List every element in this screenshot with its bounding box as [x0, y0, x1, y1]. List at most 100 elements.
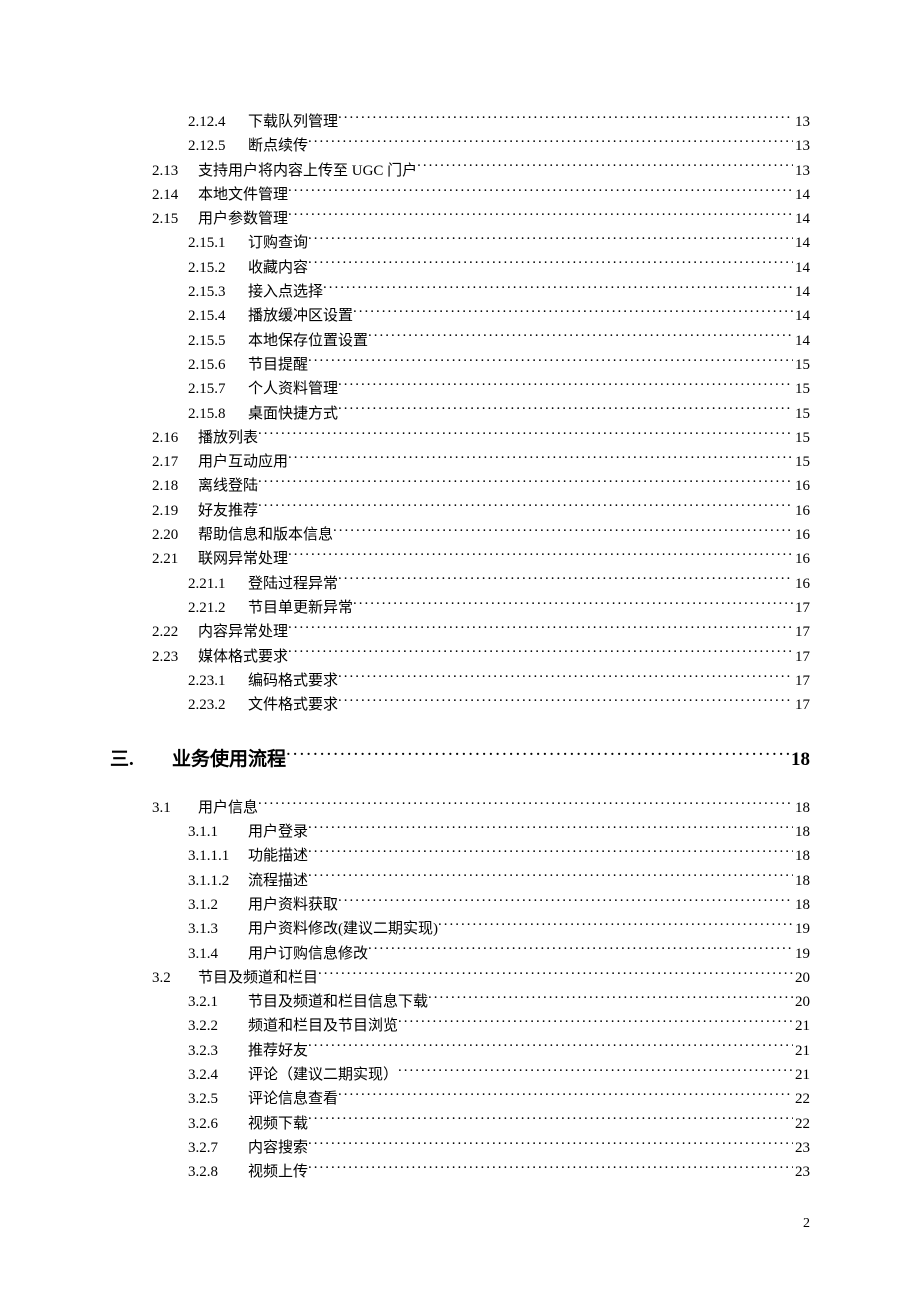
- toc-leader-dots: [308, 845, 793, 860]
- toc-entry[interactable]: 3.1.1.2流程描述18: [110, 869, 810, 893]
- toc-leader-dots: [428, 991, 793, 1006]
- toc-entry-title: 支持用户将内容上传至 UGC 门户: [198, 159, 417, 183]
- toc-entry[interactable]: 3.1.2用户资料获取18: [110, 893, 810, 917]
- toc-entry-number: 2.15.6: [188, 353, 238, 377]
- toc-leader-dots: [353, 305, 793, 320]
- toc-entry[interactable]: 3.2.2频道和栏目及节目浏览21: [110, 1014, 810, 1038]
- toc-entry-page: 17: [793, 693, 810, 717]
- toc-entry[interactable]: 2.15.2收藏内容14: [110, 256, 810, 280]
- toc-entry[interactable]: 3.2.8视频上传23: [110, 1160, 810, 1184]
- toc-leader-dots: [368, 943, 793, 958]
- page-container: 2.12.4下载队列管理132.12.5断点续传132.13支持用户将内容上传至…: [0, 0, 920, 1302]
- toc-entry[interactable]: 3.2.5评论信息查看22: [110, 1087, 810, 1111]
- toc-entry-number: 2.15.2: [188, 256, 238, 280]
- toc-entry-page: 14: [793, 329, 810, 353]
- toc-entry[interactable]: 2.19好友推荐16: [110, 499, 810, 523]
- toc-entry[interactable]: 3.2.7内容搜索23: [110, 1136, 810, 1160]
- toc-entry[interactable]: 2.17用户互动应用15: [110, 450, 810, 474]
- toc-entry-title: 用户订购信息修改: [248, 942, 368, 966]
- toc-entry-number: 2.14: [152, 183, 188, 207]
- toc-entry-page: 15: [793, 377, 810, 401]
- toc-entry-number: 2.16: [152, 426, 188, 450]
- toc-entry-title: 用户参数管理: [198, 207, 288, 231]
- toc-entry[interactable]: 2.12.5断点续传13: [110, 134, 810, 158]
- toc-entry-page: 14: [793, 231, 810, 255]
- toc-entry-page: 15: [793, 353, 810, 377]
- toc-leader-dots: [338, 670, 793, 685]
- toc-leader-dots: [438, 918, 793, 933]
- toc-entry[interactable]: 3.1.4用户订购信息修改19: [110, 942, 810, 966]
- toc-entry-number: 3.1.1.1: [188, 844, 238, 868]
- toc-entry[interactable]: 2.13支持用户将内容上传至 UGC 门户13: [110, 159, 810, 183]
- toc-entry[interactable]: 2.18 离线登陆 16: [110, 474, 810, 498]
- toc-entry-page: 19: [793, 917, 810, 941]
- toc-entry-page: 18: [793, 869, 810, 893]
- toc-entry[interactable]: 2.15.8桌面快捷方式15: [110, 402, 810, 426]
- toc-entry[interactable]: 2.15.4播放缓冲区设置14: [110, 304, 810, 328]
- toc-entry-page: 16: [793, 523, 810, 547]
- toc-entry-title: 联网异常处理: [198, 547, 288, 571]
- toc-entry-page: 13: [793, 110, 810, 134]
- toc-entry[interactable]: 2.15.6节目提醒15: [110, 353, 810, 377]
- toc-entry[interactable]: 2.23.2文件格式要求17: [110, 693, 810, 717]
- toc-entry[interactable]: 2.21.2节目单更新异常17: [110, 596, 810, 620]
- toc-entry-number: 2.15.5: [188, 329, 238, 353]
- toc-entry-title: 订购查询: [248, 231, 308, 255]
- toc-entry[interactable]: 2.16播放列表15: [110, 426, 810, 450]
- toc-entry-number: 2.15.8: [188, 402, 238, 426]
- toc-entry[interactable]: 2.12.4下载队列管理13: [110, 110, 810, 134]
- toc-entry[interactable]: 2.15.7个人资料管理15: [110, 377, 810, 401]
- toc-leader-dots: [318, 967, 793, 982]
- toc-entry[interactable]: 3.1.3用户资料修改(建议二期实现)19: [110, 917, 810, 941]
- toc-leader-dots: [368, 330, 793, 345]
- toc-entry[interactable]: 2.21.1登陆过程异常16: [110, 572, 810, 596]
- toc-entry-title: 流程描述: [248, 869, 308, 893]
- toc-entry[interactable]: 2.23媒体格式要求17: [110, 645, 810, 669]
- toc-entry[interactable]: 3.2.6视频下载22: [110, 1112, 810, 1136]
- toc-entry-number: 2.23.1: [188, 669, 238, 693]
- toc-entry-number: 3.2.4: [188, 1063, 238, 1087]
- toc-entry-number: 2.18: [152, 474, 188, 498]
- toc-entry-page: 16: [793, 474, 810, 498]
- toc-entry[interactable]: 2.15.1订购查询14: [110, 231, 810, 255]
- toc-entry-page: 23: [793, 1136, 810, 1160]
- toc-entry[interactable]: 3.2.3推荐好友21: [110, 1039, 810, 1063]
- toc-entry[interactable]: 2.23.1编码格式要求17: [110, 669, 810, 693]
- toc-entry-number: 2.21: [152, 547, 188, 571]
- toc-entry[interactable]: 3.2节目及频道和栏目20: [110, 966, 810, 990]
- toc-entry[interactable]: 2.15用户参数管理14: [110, 207, 810, 231]
- toc-entry-number: 3.2.5: [188, 1087, 238, 1111]
- toc-entry[interactable]: 3.1用户信息18: [110, 796, 810, 820]
- toc-leader-dots: [338, 1088, 793, 1103]
- toc-entry-number: 3.2.2: [188, 1014, 238, 1038]
- toc-entry-number: 2.23.2: [188, 693, 238, 717]
- toc-entry-title: 内容异常处理: [198, 620, 288, 644]
- toc-entry-title: 离线登陆: [198, 474, 258, 498]
- toc-entry-title: 桌面快捷方式: [248, 402, 338, 426]
- toc-entry-page: 14: [793, 256, 810, 280]
- toc-entry[interactable]: 2.20帮助信息和版本信息16: [110, 523, 810, 547]
- toc-entry[interactable]: 3.1.1用户登录18: [110, 820, 810, 844]
- toc-leader-dots: [286, 746, 789, 765]
- toc-leader-dots: [308, 354, 793, 369]
- toc-entry-number: 3.1.2: [188, 893, 238, 917]
- toc-entry[interactable]: 2.14本地文件管理14: [110, 183, 810, 207]
- toc-entry[interactable]: 2.15.3接入点选择14: [110, 280, 810, 304]
- toc-entry[interactable]: 2.22内容异常处理17: [110, 620, 810, 644]
- toc-entry-page: 21: [793, 1063, 810, 1087]
- toc-leader-dots: [258, 797, 793, 812]
- toc-entry[interactable]: 三.业务使用流程18: [110, 745, 810, 775]
- toc-leader-dots: [288, 621, 793, 636]
- toc-entry[interactable]: 2.21联网异常处理16: [110, 547, 810, 571]
- toc-leader-dots: [288, 451, 793, 466]
- toc-leader-dots: [288, 646, 793, 661]
- toc-entry-number: 3.1.4: [188, 942, 238, 966]
- toc-entry-page: 14: [793, 183, 810, 207]
- toc-entry[interactable]: 2.15.5本地保存位置设置14: [110, 329, 810, 353]
- toc-entry-page: 14: [793, 304, 810, 328]
- toc-entry[interactable]: 3.1.1.1功能描述18: [110, 844, 810, 868]
- toc-entry[interactable]: 3.2.1节目及频道和栏目信息下载20: [110, 990, 810, 1014]
- toc-leader-dots: [308, 870, 793, 885]
- toc-entry-title: 用户信息: [198, 796, 258, 820]
- toc-entry[interactable]: 3.2.4评论（建议二期实现）21: [110, 1063, 810, 1087]
